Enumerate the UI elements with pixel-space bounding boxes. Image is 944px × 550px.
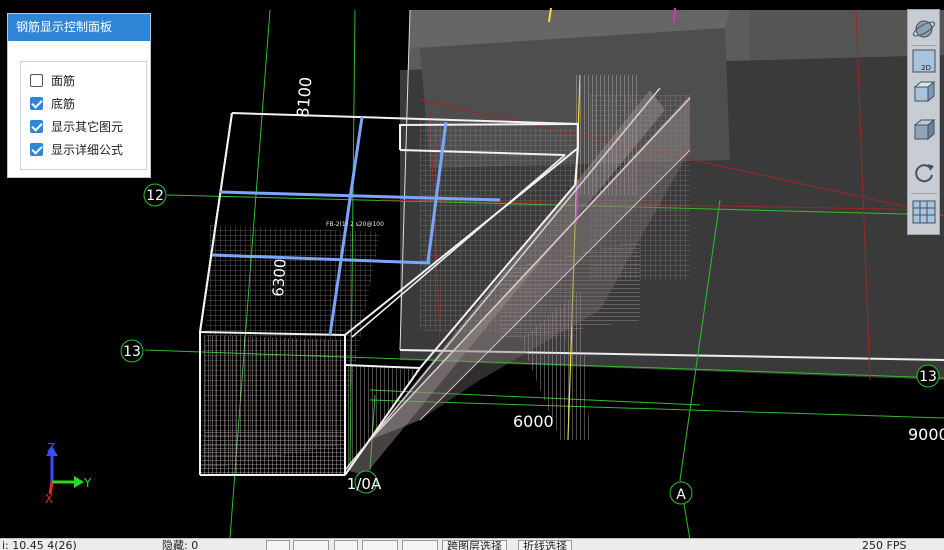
- rotate-icon[interactable]: [911, 160, 937, 186]
- add-snap-button[interactable]: [402, 540, 438, 550]
- grid-settings-icon[interactable]: [911, 199, 937, 225]
- snap-toggle-button[interactable]: [266, 540, 290, 550]
- svg-text:Y: Y: [83, 476, 92, 490]
- svg-text:13: 13: [919, 369, 937, 385]
- svg-text:12: 12: [146, 188, 164, 204]
- polyline-select-button[interactable]: 折线选择: [518, 540, 572, 550]
- svg-text:A: A: [676, 487, 686, 503]
- rebar-annotation: FB-2(1) 2 s20@100: [326, 221, 384, 228]
- option-show-other-elements[interactable]: 显示其它图元: [21, 115, 146, 138]
- fps-counter: 250 FPS: [862, 539, 907, 550]
- svg-text:FB-2(1) 2 s20@100: FB-2(1) 2 s20@100: [326, 221, 384, 228]
- axis-bubble-1-0a: 1/0A: [347, 470, 382, 494]
- option-label: 显示其它图元: [51, 120, 124, 134]
- axis-bubble-13-right: 13: [916, 364, 940, 388]
- option-label: 底筋: [51, 97, 76, 111]
- panel-title: 钢筋显示控制面板: [8, 14, 150, 41]
- dimension-9000: 9000: [908, 425, 944, 444]
- status-bar: i: 10.45 4(26) 隐藏: 0 跨图层选择 折线选择 250 FPS: [0, 538, 944, 550]
- checkbox-show-detailed-formula[interactable]: [30, 143, 43, 156]
- panel-options: 面筋 底筋 显示其它图元 显示详细公式: [20, 61, 147, 170]
- rebar-display-control-panel: 钢筋显示控制面板 面筋 底筋 显示其它图元 显示详细公式: [7, 13, 151, 178]
- dimension-6300: 6300: [269, 258, 290, 297]
- option-label: 面筋: [51, 74, 76, 88]
- coordinate-axes: Z Y X: [45, 441, 92, 506]
- dimension-8100: 8100: [293, 76, 315, 118]
- axis-bubble-12: 12: [143, 183, 167, 207]
- svg-text:1/0A: 1/0A: [347, 475, 382, 493]
- option-bottom-rebar[interactable]: 底筋: [21, 92, 146, 115]
- svg-text:13: 13: [123, 344, 141, 360]
- svg-text:2D: 2D: [921, 64, 931, 72]
- view-3d-icon[interactable]: [911, 79, 937, 105]
- cross-snap-button[interactable]: [334, 540, 358, 550]
- magenta-marker: [673, 7, 676, 23]
- angle-snap-button[interactable]: [362, 540, 398, 550]
- option-show-detailed-formula[interactable]: 显示详细公式: [21, 138, 146, 161]
- svg-text:X: X: [45, 492, 53, 506]
- axis-bubble-a: A: [669, 481, 693, 505]
- view-toolbar: 2D: [907, 9, 940, 235]
- dimension-6000: 6000: [513, 412, 554, 431]
- option-label: 显示详细公式: [51, 143, 124, 157]
- orbit-icon[interactable]: [911, 16, 937, 42]
- status-hidden-count: 隐藏: 0: [162, 539, 199, 550]
- axis-bubble-13-left: 13: [120, 339, 144, 363]
- svg-text:Z: Z: [47, 441, 55, 455]
- select-mode-button[interactable]: [293, 540, 329, 550]
- status-coords: i: 10.45 4(26): [2, 539, 77, 550]
- cube-icon[interactable]: [911, 117, 937, 143]
- checkbox-top-rebar[interactable]: [30, 74, 43, 87]
- checkbox-bottom-rebar[interactable]: [30, 97, 43, 110]
- option-top-rebar[interactable]: 面筋: [21, 69, 146, 92]
- view-2d-icon[interactable]: 2D: [911, 48, 937, 74]
- checkbox-show-other-elements[interactable]: [30, 120, 43, 133]
- cross-layer-select-button[interactable]: 跨图层选择: [442, 540, 507, 550]
